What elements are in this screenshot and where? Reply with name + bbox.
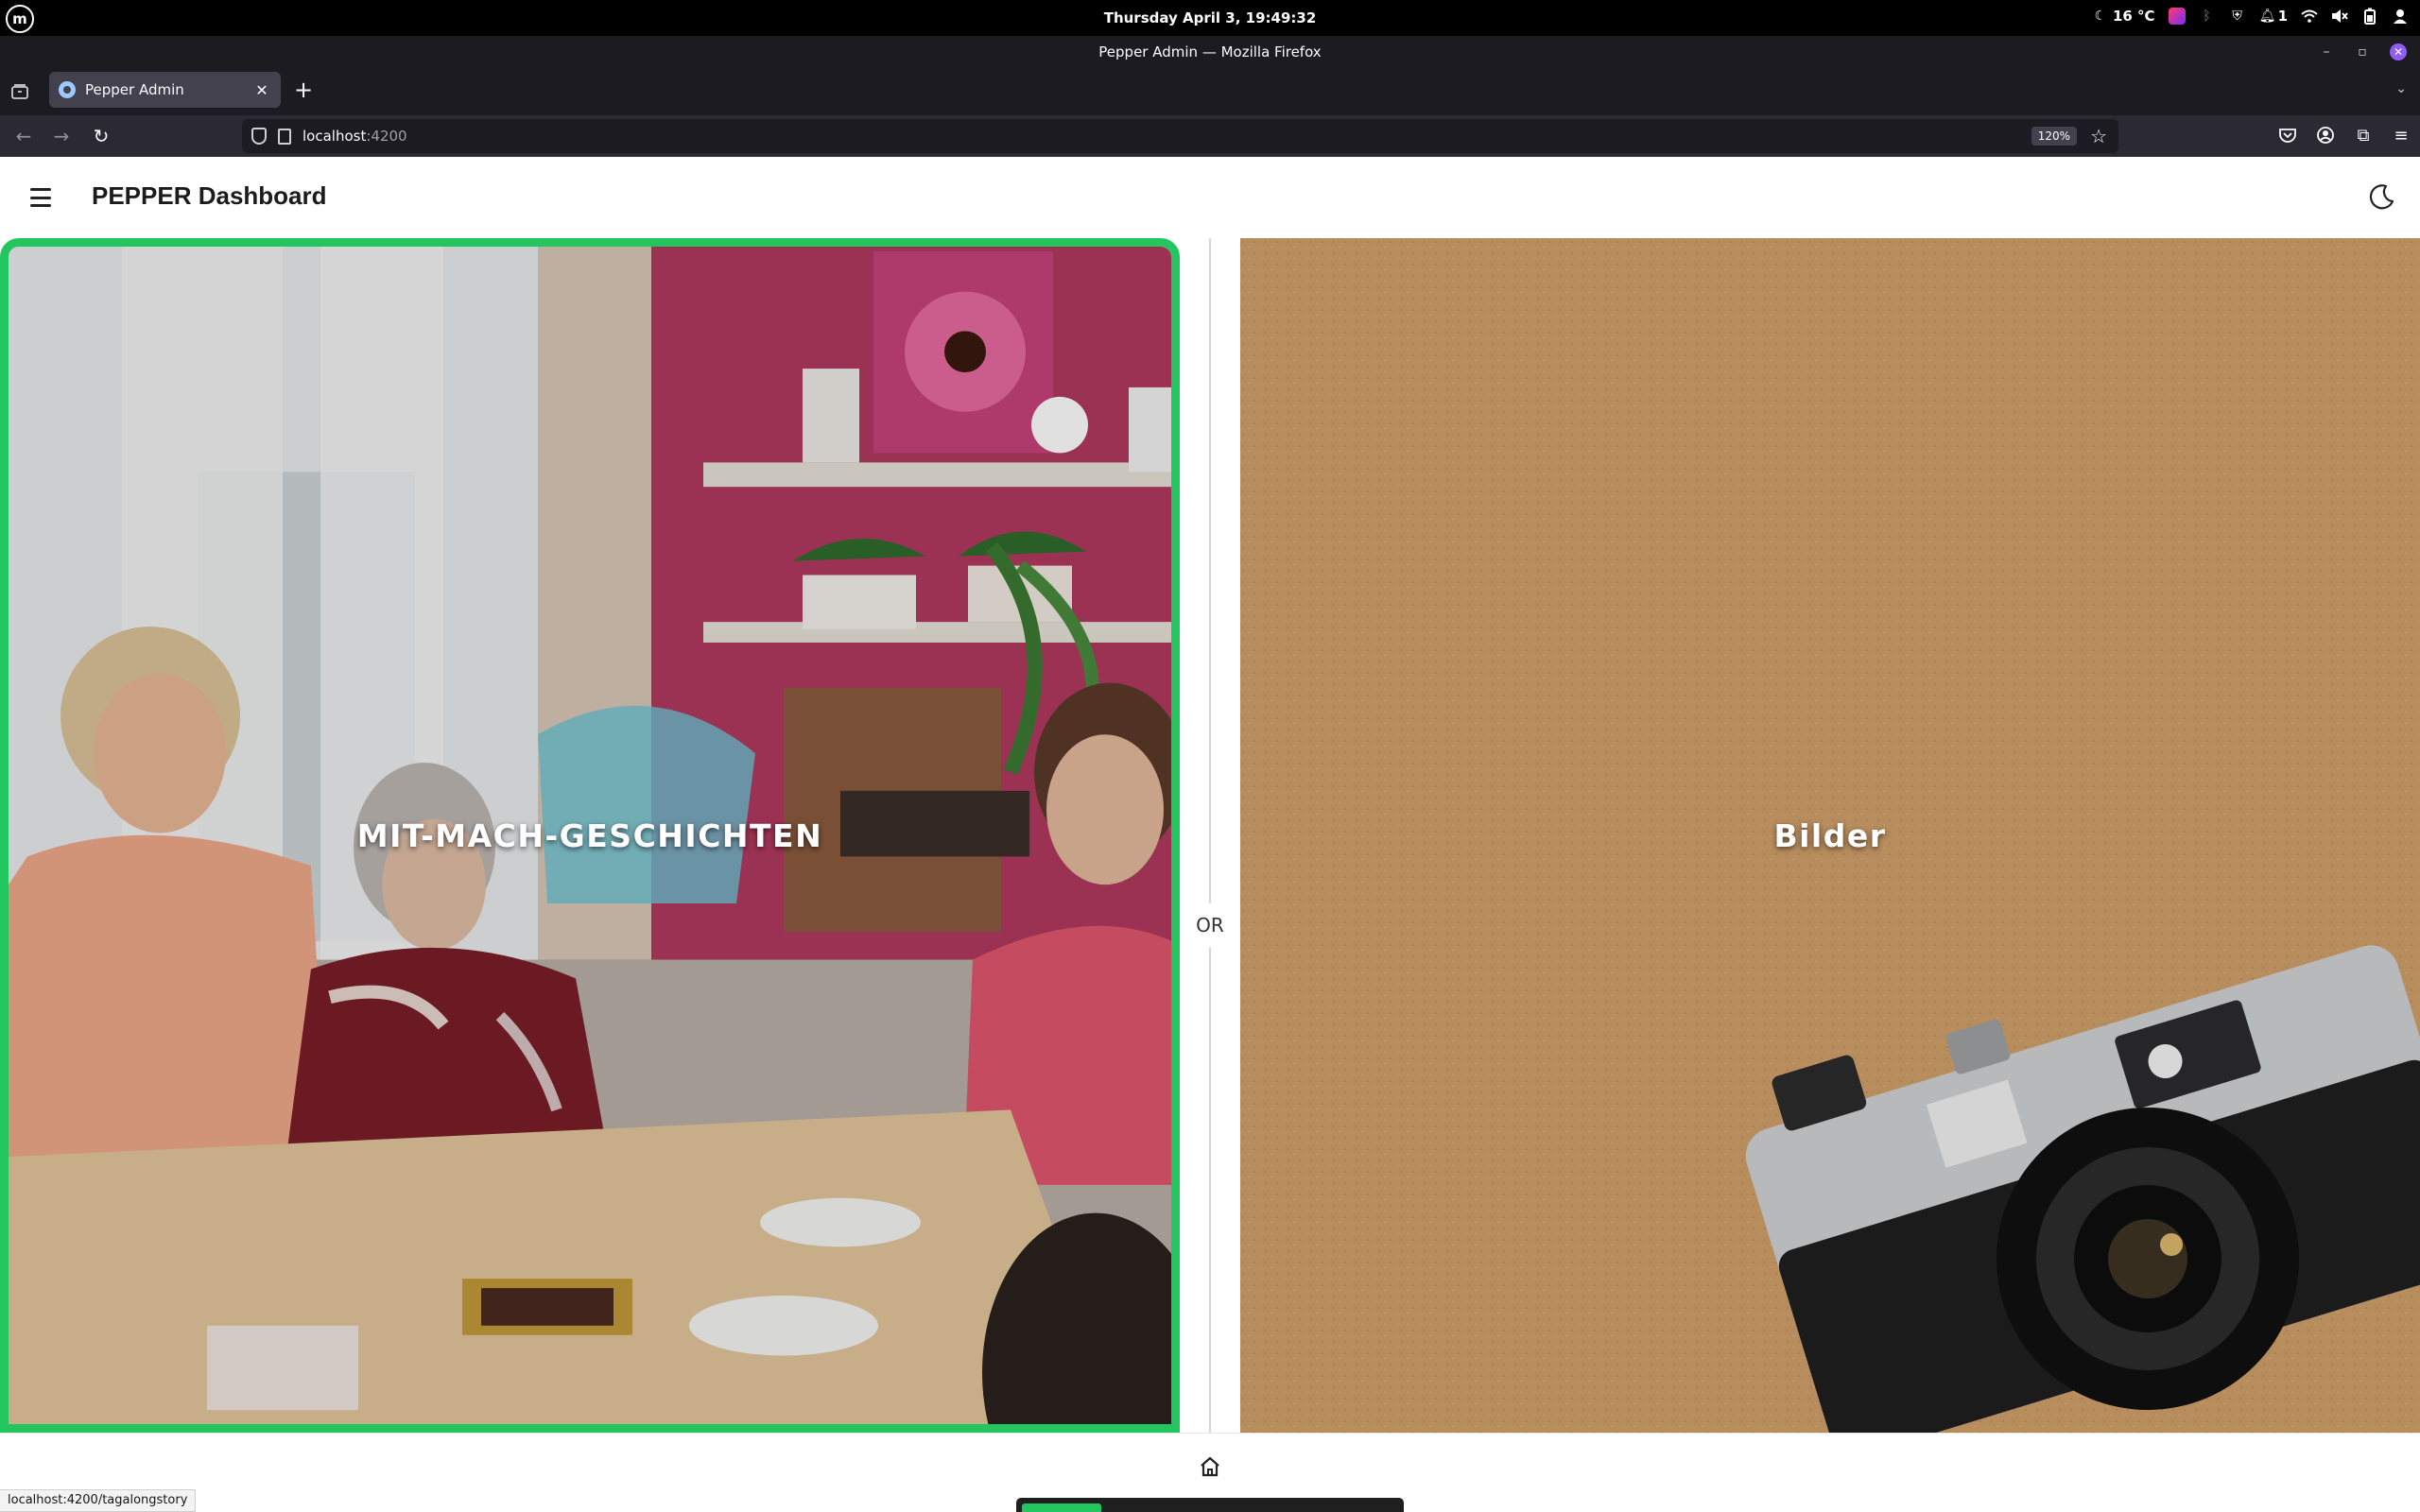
extensions-puzzle-icon[interactable]: ⧉ <box>2352 124 2375 146</box>
battery-icon[interactable] <box>2361 8 2378 25</box>
notification-count: 1 <box>2277 8 2288 25</box>
volume-muted-icon[interactable] <box>2331 8 2348 25</box>
status-link-preview: localhost:4200/tagalongstory <box>0 1489 197 1512</box>
new-tab-icon[interactable]: + <box>291 77 316 103</box>
home-icon[interactable] <box>1196 1452 1224 1481</box>
tab-pepper-admin[interactable]: Pepper Admin ✕ <box>49 72 281 108</box>
app-header: PEPPER Dashboard <box>0 157 2420 238</box>
window-title: Pepper Admin — Mozilla Firefox <box>1098 43 1322 60</box>
choice-card-pictures[interactable]: Bilder <box>1240 238 2420 1433</box>
pepper-favicon-icon <box>59 81 76 98</box>
web-page-viewport: PEPPER Dashboard MIT-MACH-GESCHICHTEN OR… <box>0 157 2420 1512</box>
hamburger-menu-icon[interactable]: ≡ <box>2390 124 2412 146</box>
maximize-icon[interactable]: ▫ <box>2354 43 2371 60</box>
firefox-view-icon[interactable] <box>9 81 30 102</box>
divider-or-label: OR <box>1187 903 1233 947</box>
weather-moon-icon[interactable]: ☾ <box>2092 8 2109 25</box>
close-window-icon[interactable]: ✕ <box>2390 43 2407 60</box>
divider-line <box>1209 238 1211 1433</box>
back-arrow-icon[interactable]: ← <box>11 124 36 148</box>
window-controls: – ▫ ✕ <box>2318 43 2407 60</box>
loading-progress-bar <box>1016 1498 1404 1512</box>
wifi-icon[interactable] <box>2301 8 2318 25</box>
reload-icon[interactable]: ↻ <box>89 124 113 148</box>
choice-card-stories[interactable]: MIT-MACH-GESCHICHTEN <box>0 238 1180 1433</box>
close-tab-icon[interactable]: ✕ <box>252 81 271 99</box>
bookmark-star-icon[interactable]: ☆ <box>2090 125 2107 147</box>
page-title: PEPPER Dashboard <box>92 181 327 210</box>
notification-bell-icon[interactable]: 🔔︎ <box>2259 8 2276 25</box>
bottom-navigation <box>0 1433 2420 1512</box>
forward-arrow-icon[interactable]: → <box>49 124 74 148</box>
choice-label-stories: MIT-MACH-GESCHICHTEN <box>356 816 823 854</box>
navigation-toolbar: ← → ↻ localhost:4200 120% ☆ ⧉ ≡ <box>0 115 2420 157</box>
system-tray: ☾ 16 °C ᛒ ⛨ 🔔︎ 1 <box>2092 8 2409 25</box>
tracking-protection-shield-icon[interactable] <box>251 128 267 145</box>
list-all-tabs-icon[interactable]: ⌄ <box>2395 81 2407 96</box>
os-clock[interactable]: Thursday April 3, 19:49:32 <box>0 9 2420 26</box>
url-host: localhost <box>302 128 367 145</box>
tab-label: Pepper Admin <box>85 81 184 98</box>
linux-mint-logo-icon[interactable]: m <box>6 5 34 33</box>
page-info-icon[interactable] <box>278 128 291 145</box>
weather-temperature[interactable]: 16 °C <box>2113 8 2155 25</box>
tab-bar: Pepper Admin ✕ + ⌄ <box>0 68 2420 115</box>
account-icon[interactable] <box>2314 124 2337 146</box>
url-port: :4200 <box>366 128 407 145</box>
zoom-level-badge[interactable]: 120% <box>2031 127 2077 146</box>
choice-label-pictures: Bilder <box>1773 816 1887 854</box>
os-top-bar: m Thursday April 3, 19:49:32 ☾ 16 °C ᛒ ⛨… <box>0 0 2420 36</box>
loading-progress-fill <box>1022 1503 1101 1512</box>
pocket-icon[interactable] <box>2276 124 2299 146</box>
shield-tray-icon[interactable]: ⛨ <box>2229 8 2246 25</box>
window-titlebar: Pepper Admin — Mozilla Firefox – ▫ ✕ <box>0 36 2420 68</box>
toolbar-right: ⧉ ≡ <box>2276 124 2412 146</box>
dark-mode-moon-icon[interactable] <box>2363 180 2399 215</box>
menu-icon[interactable] <box>26 185 55 210</box>
bluetooth-icon[interactable]: ᛒ <box>2199 8 2216 25</box>
minimize-icon[interactable]: – <box>2318 43 2335 60</box>
app-tray-icon[interactable] <box>2168 8 2186 25</box>
user-icon[interactable] <box>2392 8 2409 25</box>
url-text[interactable]: localhost:4200 <box>302 128 407 145</box>
url-bar[interactable]: localhost:4200 120% ☆ <box>242 119 2118 153</box>
